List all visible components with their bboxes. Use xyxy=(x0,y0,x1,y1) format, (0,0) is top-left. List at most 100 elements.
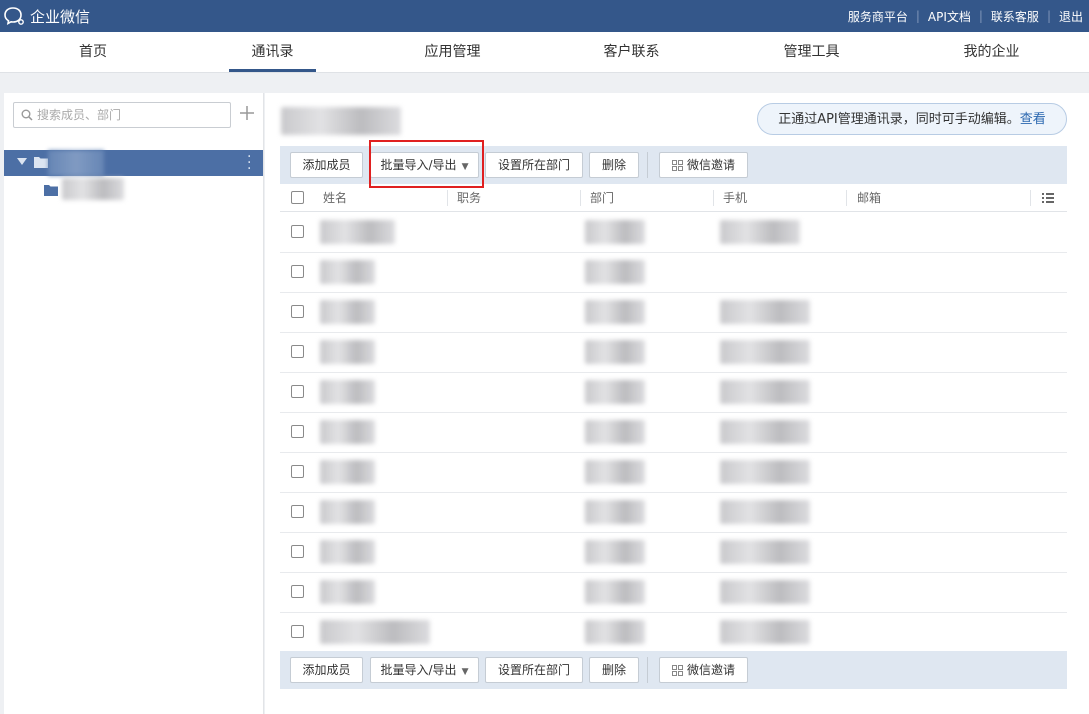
app-title: 企业微信 xyxy=(30,7,91,26)
member-mobile-redacted xyxy=(720,500,810,524)
api-notice-text: 正通过API管理通讯录，同时可手动编辑。 xyxy=(778,112,1020,127)
search-input[interactable] xyxy=(37,106,222,124)
member-mobile-redacted xyxy=(720,420,810,444)
search-icon xyxy=(21,109,33,121)
tab-customer-contact[interactable]: 客户联系 xyxy=(588,32,675,72)
tab-home[interactable]: 首页 xyxy=(50,32,136,72)
logout-link[interactable]: 退出 xyxy=(1059,8,1083,25)
department-tree-child[interactable] xyxy=(4,176,263,202)
member-department-redacted xyxy=(585,220,645,244)
qr-code-icon xyxy=(671,160,683,171)
member-name-redacted xyxy=(320,500,375,524)
contact-support-link[interactable]: 联系客服 xyxy=(991,8,1039,25)
member-name-redacted xyxy=(320,340,375,364)
row-checkbox[interactable] xyxy=(291,465,304,478)
column-divider xyxy=(1030,190,1031,206)
table-row[interactable] xyxy=(280,532,1067,573)
dropdown-caret-icon: ▼ xyxy=(461,162,469,172)
table-row[interactable] xyxy=(280,612,1067,653)
set-department-button[interactable]: 设置所在部门 xyxy=(485,657,583,683)
table-row[interactable] xyxy=(280,332,1067,373)
row-checkbox[interactable] xyxy=(291,545,304,558)
member-name-redacted xyxy=(320,540,375,564)
expand-triangle-icon[interactable] xyxy=(17,158,27,165)
row-checkbox[interactable] xyxy=(291,425,304,438)
view-link[interactable]: 查看 xyxy=(1020,112,1046,127)
qr-code-icon xyxy=(671,665,683,676)
member-toolbar-bottom: 添加成员 批量导入/导出 ▼ 设置所在部门 删除 微信邀请 xyxy=(280,651,1067,689)
row-checkbox[interactable] xyxy=(291,385,304,398)
department-sidebar: ··· xyxy=(4,93,264,714)
api-notice: 正通过API管理通讯录，同时可手动编辑。查看 xyxy=(757,103,1067,135)
member-mobile-redacted xyxy=(720,380,810,404)
tab-app-management[interactable]: 应用管理 xyxy=(409,32,496,72)
member-department-redacted xyxy=(585,540,645,564)
column-header-department[interactable]: 部门 xyxy=(590,185,614,211)
table-row[interactable] xyxy=(280,292,1067,333)
row-checkbox[interactable] xyxy=(291,345,304,358)
more-options-icon[interactable]: · · · xyxy=(247,150,253,176)
table-row[interactable] xyxy=(280,252,1067,293)
column-header-name[interactable]: 姓名 xyxy=(323,185,347,211)
department-title-redacted xyxy=(281,107,401,135)
member-department-redacted xyxy=(585,500,645,524)
member-mobile-redacted xyxy=(720,220,800,244)
set-department-button[interactable]: 设置所在部门 xyxy=(485,152,583,178)
tab-contacts[interactable]: 通讯录 xyxy=(229,32,316,72)
column-divider xyxy=(580,190,581,206)
wechat-invite-button[interactable]: 微信邀请 xyxy=(659,657,748,683)
member-table-header: 姓名 职务 部门 手机 邮箱 xyxy=(280,185,1067,212)
add-member-button[interactable]: 添加成员 xyxy=(290,657,363,683)
column-header-title[interactable]: 职务 xyxy=(457,185,481,211)
add-department-button[interactable] xyxy=(236,100,258,126)
column-header-mobile[interactable]: 手机 xyxy=(723,185,747,211)
table-row[interactable] xyxy=(280,372,1067,413)
department-tree-root[interactable]: · · · xyxy=(4,150,263,176)
row-checkbox[interactable] xyxy=(291,625,304,638)
delete-button[interactable]: 删除 xyxy=(589,657,639,683)
member-department-redacted xyxy=(585,620,645,644)
toolbar-divider xyxy=(647,657,648,683)
add-member-button[interactable]: 添加成员 xyxy=(290,152,363,178)
row-checkbox[interactable] xyxy=(291,305,304,318)
table-row[interactable] xyxy=(280,452,1067,493)
member-name-redacted xyxy=(320,260,375,284)
member-department-redacted xyxy=(585,300,645,324)
main-nav: 首页 通讯录 应用管理 客户联系 管理工具 我的企业 xyxy=(0,32,1089,73)
select-all-checkbox[interactable] xyxy=(291,191,304,204)
column-divider xyxy=(713,190,714,206)
api-docs-link[interactable]: API文档 xyxy=(928,8,971,25)
member-mobile-redacted xyxy=(720,340,810,364)
member-mobile-redacted xyxy=(720,620,810,644)
member-mobile-redacted xyxy=(720,460,810,484)
column-settings-icon[interactable] xyxy=(1042,193,1054,203)
row-checkbox[interactable] xyxy=(291,505,304,518)
member-department-redacted xyxy=(585,340,645,364)
toolbar-divider xyxy=(647,152,648,178)
wechat-invite-button[interactable]: 微信邀请 xyxy=(659,152,748,178)
tab-my-enterprise[interactable]: 我的企业 xyxy=(948,32,1035,72)
app-logo[interactable]: 企业微信 xyxy=(4,5,90,27)
column-divider xyxy=(447,190,448,206)
batch-import-export-button[interactable]: 批量导入/导出 ▼ xyxy=(370,152,479,178)
table-row[interactable] xyxy=(280,412,1067,453)
row-checkbox[interactable] xyxy=(291,585,304,598)
member-mobile-redacted xyxy=(720,580,810,604)
row-checkbox[interactable] xyxy=(291,265,304,278)
folder-icon xyxy=(44,185,58,196)
service-provider-link[interactable]: 服务商平台 xyxy=(848,8,908,25)
delete-button[interactable]: 删除 xyxy=(589,152,639,178)
plus-icon xyxy=(240,106,254,120)
batch-import-export-label: 批量导入/导出 xyxy=(380,663,457,677)
row-checkbox[interactable] xyxy=(291,225,304,238)
column-header-email[interactable]: 邮箱 xyxy=(857,185,881,211)
table-row[interactable] xyxy=(280,572,1067,613)
batch-import-export-button[interactable]: 批量导入/导出 ▼ xyxy=(370,657,479,683)
wechat-invite-label: 微信邀请 xyxy=(686,663,735,677)
search-box xyxy=(13,102,231,128)
member-name-redacted xyxy=(320,620,430,644)
member-department-redacted xyxy=(585,380,645,404)
table-row[interactable] xyxy=(280,492,1067,533)
table-row[interactable] xyxy=(280,212,1067,253)
tab-management-tools[interactable]: 管理工具 xyxy=(768,32,855,72)
